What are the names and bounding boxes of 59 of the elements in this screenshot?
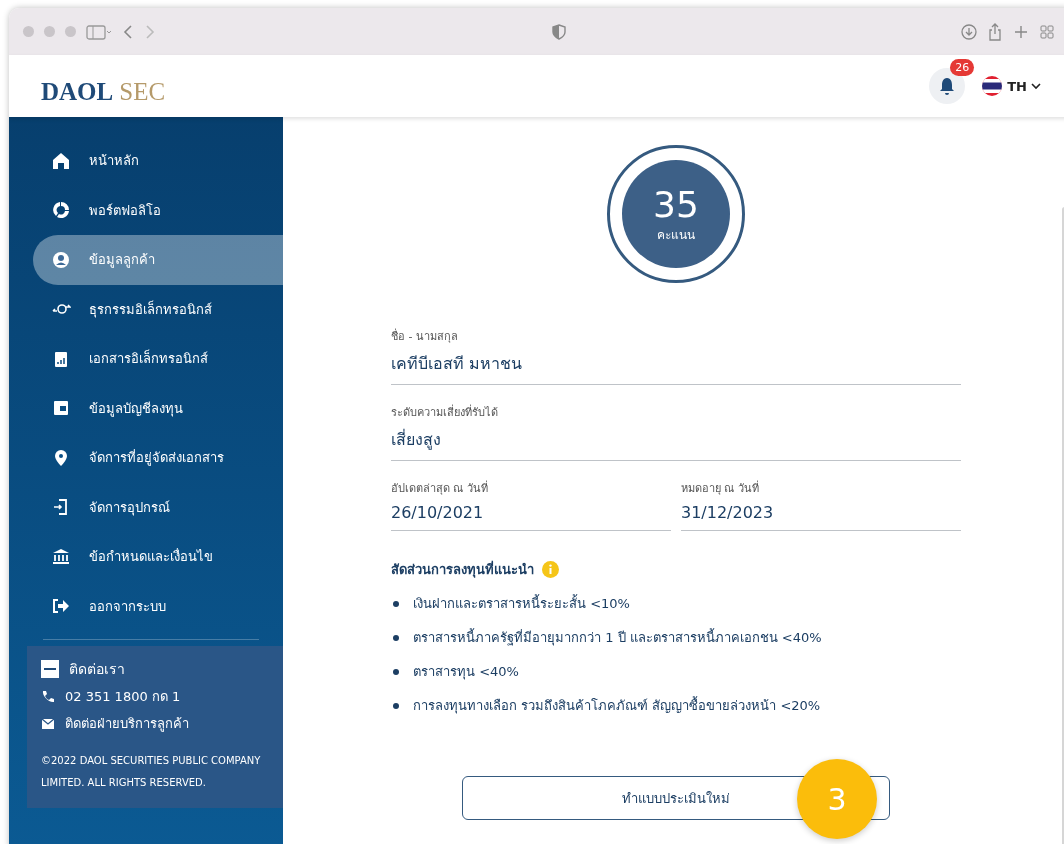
mail-icon [41,717,55,730]
sidebar-item[interactable]: ข้อกำหนดและเงื่อนไข [33,532,283,582]
field-value: เสี่ยงสูง [391,428,442,452]
field-label: หมดอายุ ณ วันที่ [681,479,760,497]
back-icon[interactable] [122,23,134,40]
chevron-down-icon [1031,82,1041,90]
score-unit: คะแนน [657,226,695,244]
tabs-overview-icon[interactable] [1039,23,1055,40]
window-control[interactable] [44,26,55,37]
bullet [393,668,399,675]
section-title: สัดส่วนการลงทุนที่แนะนำ [391,559,534,580]
step-number-badge: 3 [797,759,877,839]
info-icon[interactable] [542,561,559,578]
language-selector[interactable]: TH [981,75,1041,97]
sidebar-item[interactable]: ข้อมูลลูกค้า [33,235,283,285]
download-icon[interactable] [961,23,977,40]
phone-icon [41,689,55,704]
notification-count: 26 [950,59,975,76]
plus-icon[interactable] [1013,23,1029,40]
user-icon [51,249,71,270]
shield-icon [551,23,566,40]
sidebar-item[interactable]: ข้อมูลบัญชีลงทุน [33,383,283,433]
sidebar-item[interactable]: จัดการที่อยู่จัดส่งเอกสาร [33,433,283,483]
sidebar-toggle-icon[interactable] [86,23,112,40]
donut-chart-icon [51,200,71,221]
email-link[interactable]: ติดต่อฝ่ายบริการลูกค้า [65,713,189,734]
field-label: ระดับความเสี่ยงที่รับได้ [391,403,499,421]
bullet [393,634,399,641]
bullet [393,702,399,709]
copyright-text: ©2022 DAOL SECURITIES PUBLIC COMPANY LIMITED. ALL RIGHTS RESERVED. [41,754,262,790]
phone-link[interactable]: 02 351 1800 กด 1 [65,686,181,707]
score-value: 35 [653,184,699,225]
allocation-item: ตราสารหนี้ภาครัฐที่มีอายุมากกว่า 1 ปี และตราสารหนี้ภาคเอกชน <40% [413,627,822,648]
field-value: เคทีบีเอสที มหาชน [391,353,524,375]
bell-icon [938,76,957,96]
allocation-item: การลงทุนทางเลือก รวมถึงสินค้าโภคภัณฑ์ สัญญาซื้อขายล่วงหน้า <20% [413,695,821,716]
sidebar-item[interactable]: พอร์ตฟอลิโอ [33,185,283,235]
allocation-item: เงินฝากและตราสารหนี้ระยะสั้น <10% [413,593,630,613]
field-label: อัปเดตล่าสุด ณ วันที่ [391,479,489,497]
forward-icon [144,23,156,40]
window-control[interactable] [65,26,76,37]
logo-icon [41,660,59,678]
home-icon [51,150,71,171]
field-label: ชื่อ - นามสกุล [391,327,459,345]
contact-title: ติดต่อเรา [69,660,125,679]
share-icon[interactable] [987,22,1003,41]
window-control[interactable] [23,26,34,37]
bullet [393,600,399,607]
sidebar-item[interactable]: ธุรกรรมอิเล็กทรอนิกส์ [33,284,283,334]
logo[interactable]: DAOL [41,66,114,106]
flag-icon [981,75,1004,97]
sidebar-item[interactable]: เอกสารอิเล็กทรอนิกส์ [33,334,283,384]
bank-icon [51,546,71,567]
field-value: 26/10/2021 [391,503,485,522]
allocation-item: ตราสารทุน <40% [413,663,519,682]
field-value: 31/12/2023 [681,503,775,522]
sidebar-item[interactable]: ออกจากระบบ [33,581,283,631]
sidebar-item[interactable]: หน้าหลัก [33,136,283,186]
sidebar-item[interactable]: จัดการอุปกรณ์ [33,482,283,532]
